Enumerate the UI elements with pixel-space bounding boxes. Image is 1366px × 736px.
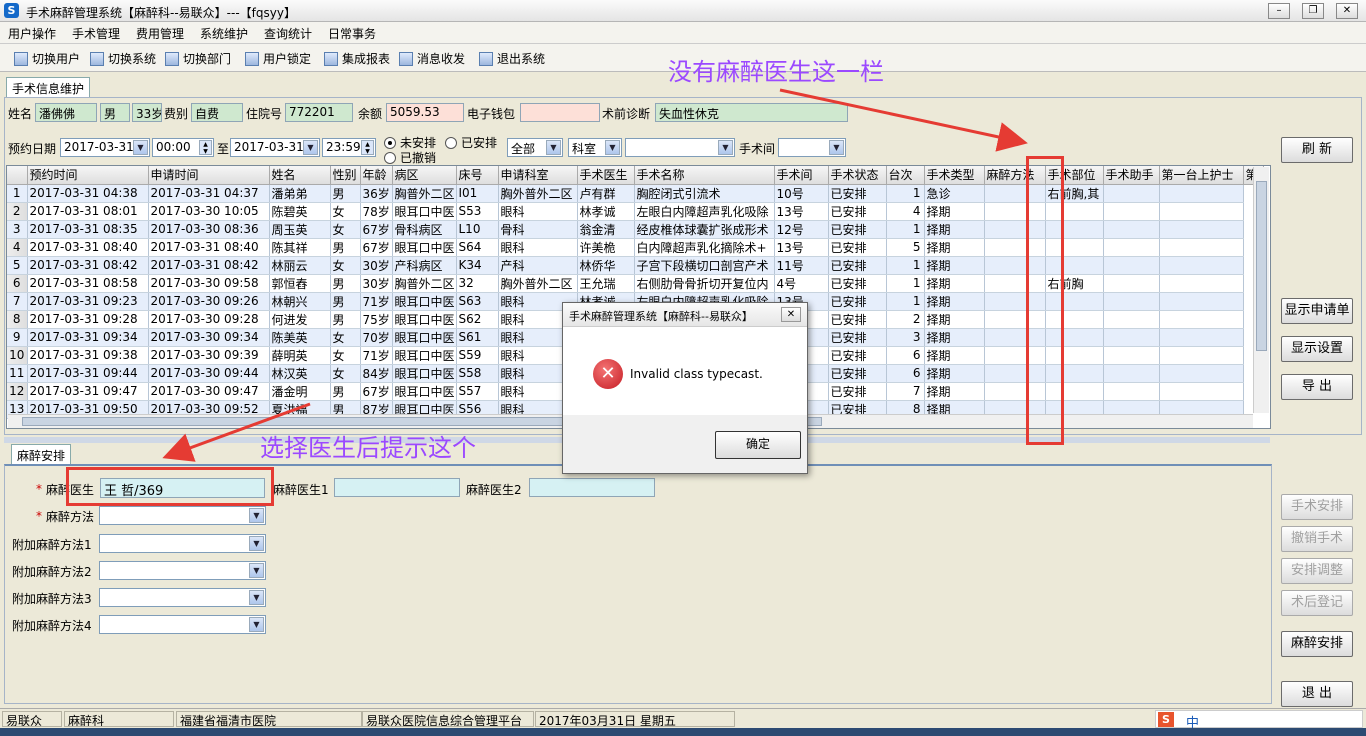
status-date: 2017年03月31日 星期五 (535, 711, 735, 727)
taskbar (0, 728, 1366, 736)
ime-toolbar[interactable]: S 中 (1155, 710, 1363, 731)
status-hospital: 福建省福清市医院 (176, 711, 362, 727)
arrow-to-doctor (162, 402, 311, 462)
status-dept: 麻醉科 (64, 711, 174, 727)
arrow-to-column (779, 88, 1028, 152)
status-company: 易联众 (2, 711, 62, 727)
sogou-icon: S (1158, 712, 1174, 727)
annotation-arrows (162, 88, 1028, 462)
status-platform: 易联众医院信息综合管理平台 (362, 711, 534, 727)
status-bar: 易联众 麻醉科 福建省福清市医院 易联众医院信息综合管理平台 2017年03月3… (0, 708, 1366, 731)
